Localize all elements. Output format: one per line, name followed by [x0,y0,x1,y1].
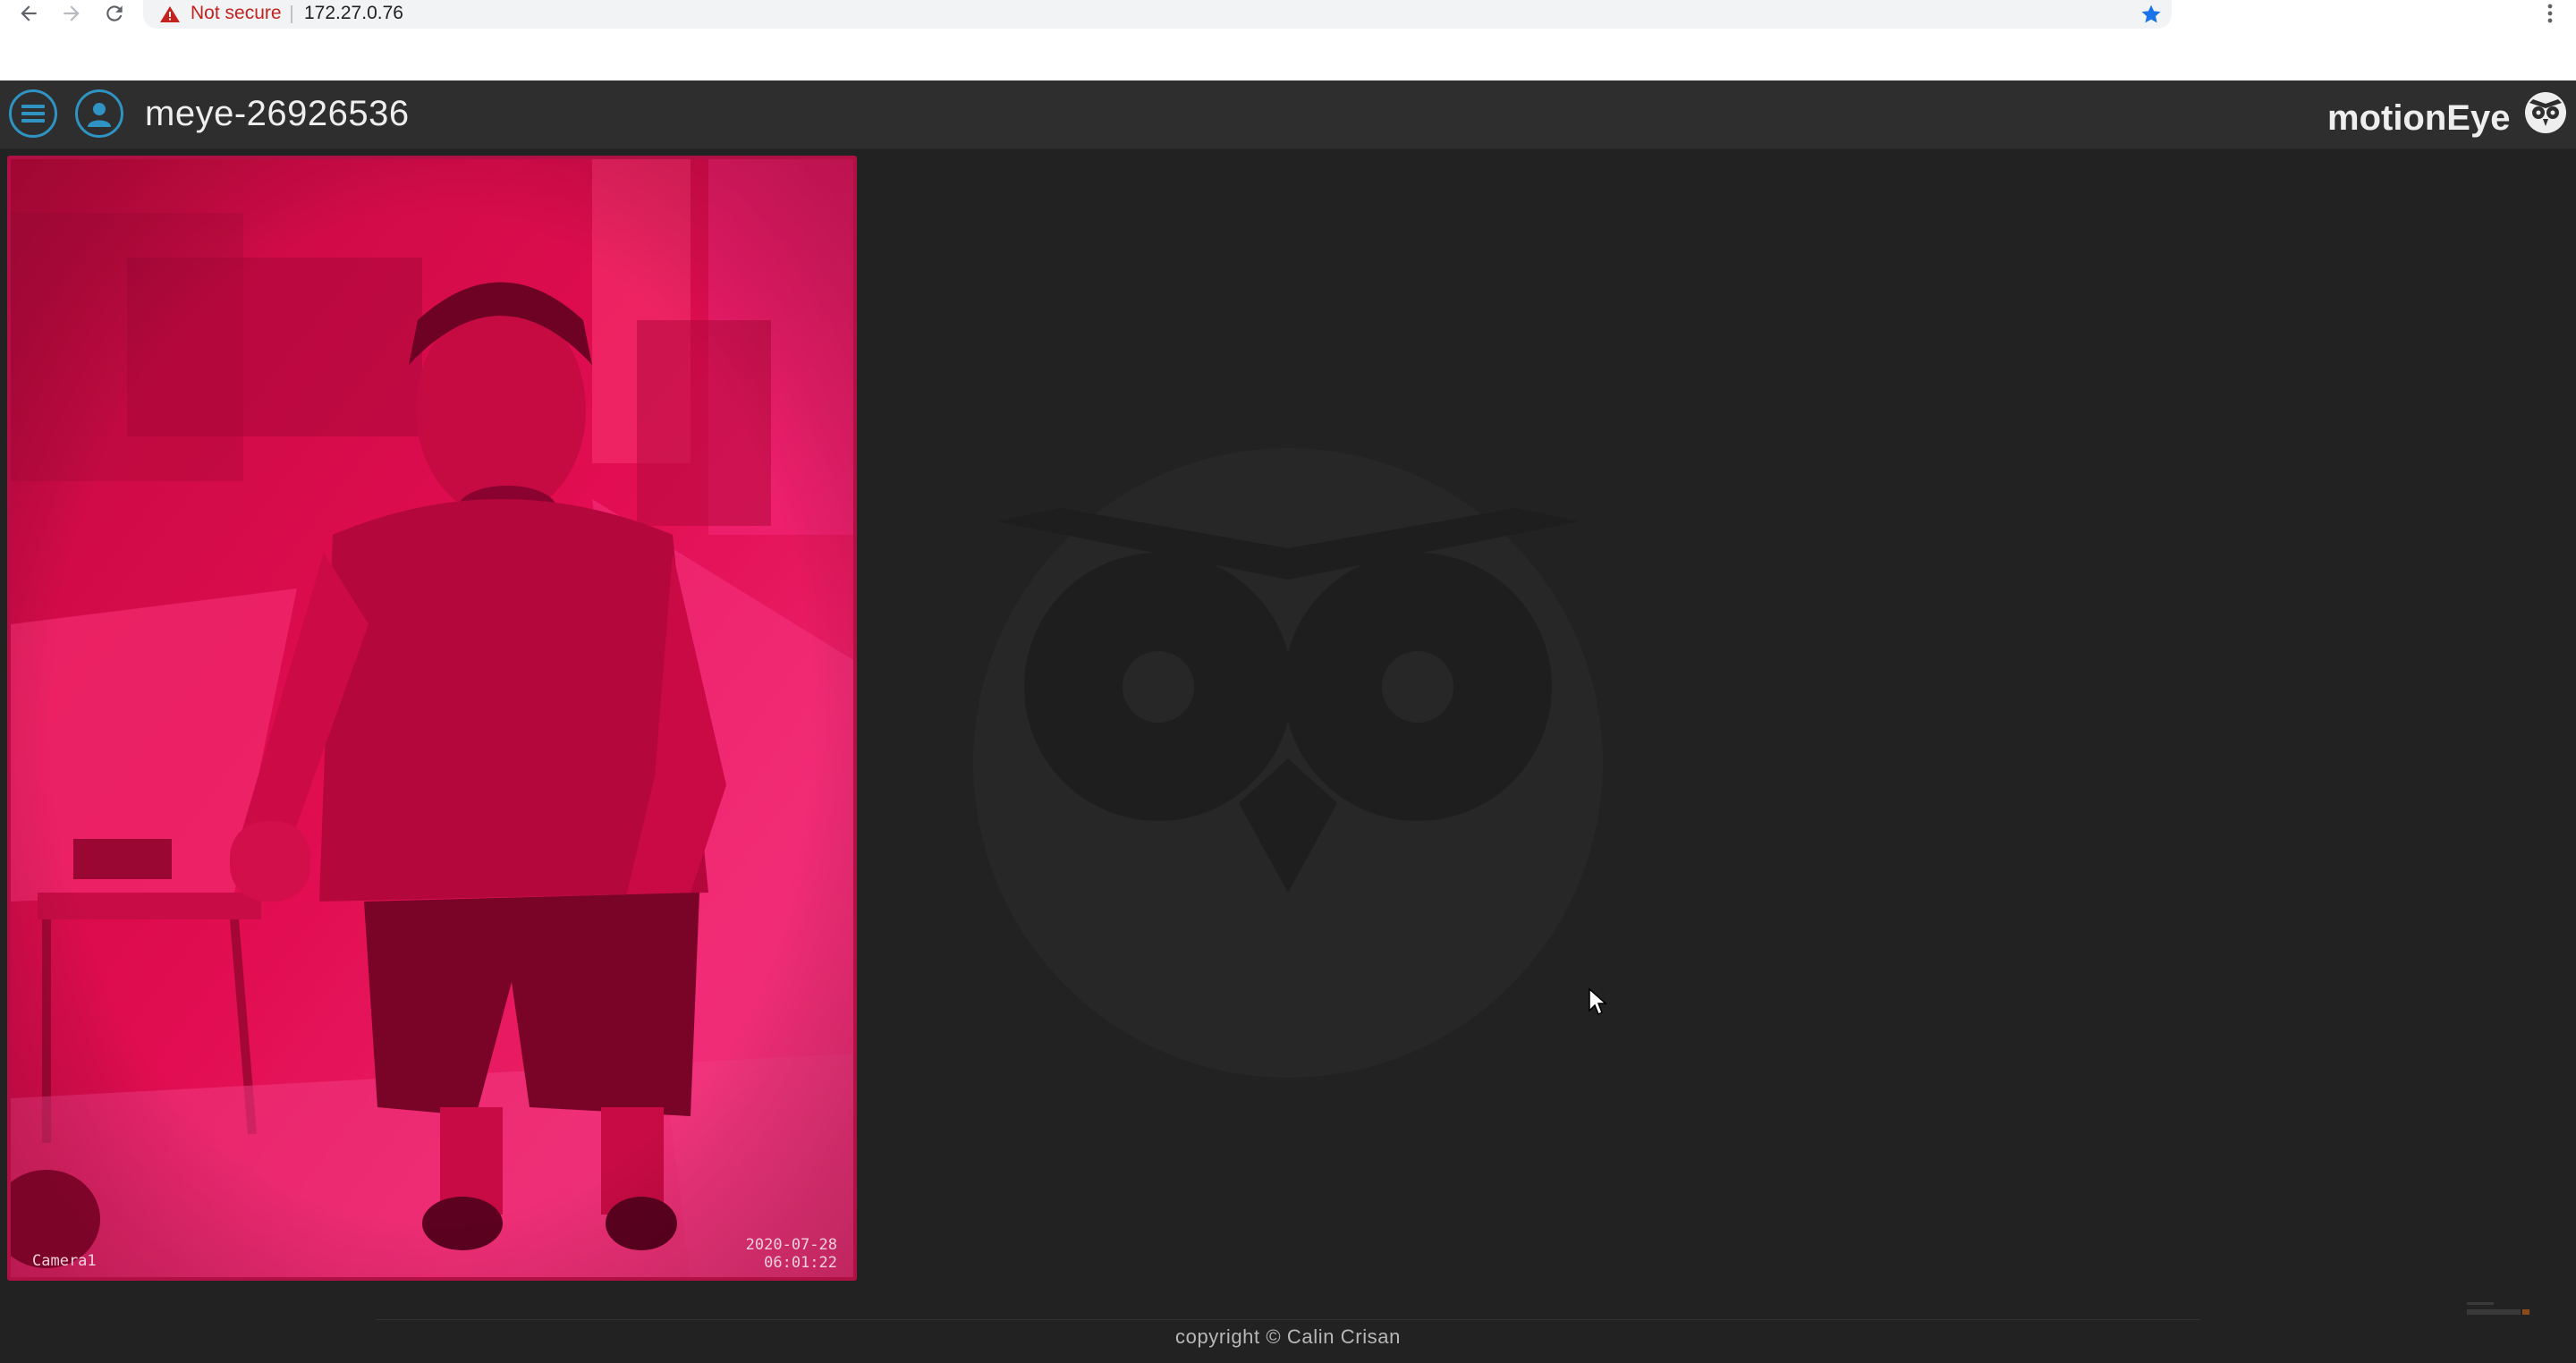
app-header: meye-26926536 motionEye [0,80,2576,149]
footer-copyright: copyright © Calin Crisan [1175,1325,1401,1348]
host-title: meye-26926536 [145,94,410,133]
main-menu-button[interactable] [9,89,57,138]
reload-button[interactable] [97,0,132,27]
camera-timestamp-overlay: 2020-07-28 06:01:22 [746,1236,837,1272]
user-icon [88,103,111,127]
forward-button[interactable] [54,0,89,27]
forward-arrow-icon [64,5,80,21]
address-bar[interactable]: Not secure 172.27.0.76 [143,0,2172,29]
url-divider [291,5,292,23]
browser-chrome: Not secure 172.27.0.76 [0,0,2576,80]
bookmark-star-icon[interactable] [2140,3,2163,26]
back-button[interactable] [11,0,47,27]
url-text[interactable]: 172.27.0.76 [304,3,403,24]
presenter-watermark-logo [2467,1302,2529,1315]
reload-icon [106,5,123,21]
owl-logo-icon [2525,92,2566,133]
more-vert-icon[interactable] [2537,0,2563,27]
warning-triangle-icon[interactable] [159,5,181,23]
security-label[interactable]: Not secure [191,3,282,24]
brand-name: motionEye [2327,98,2511,138]
camera-time: 06:01:22 [764,1254,837,1272]
back-arrow-icon [21,5,37,21]
camera-frame[interactable]: Camera1 2020-07-28 06:01:22 [7,156,857,1281]
camera-feed-image [11,159,853,1277]
menu-icon [21,105,45,123]
owl-background-logo [973,448,1603,1078]
camera-date: 2020-07-28 [745,1236,837,1254]
camera-name-overlay: Camera1 [32,1252,97,1270]
user-button[interactable] [75,89,123,138]
mouse-cursor-icon [1589,987,1607,1016]
footer-divider [376,1319,2200,1320]
